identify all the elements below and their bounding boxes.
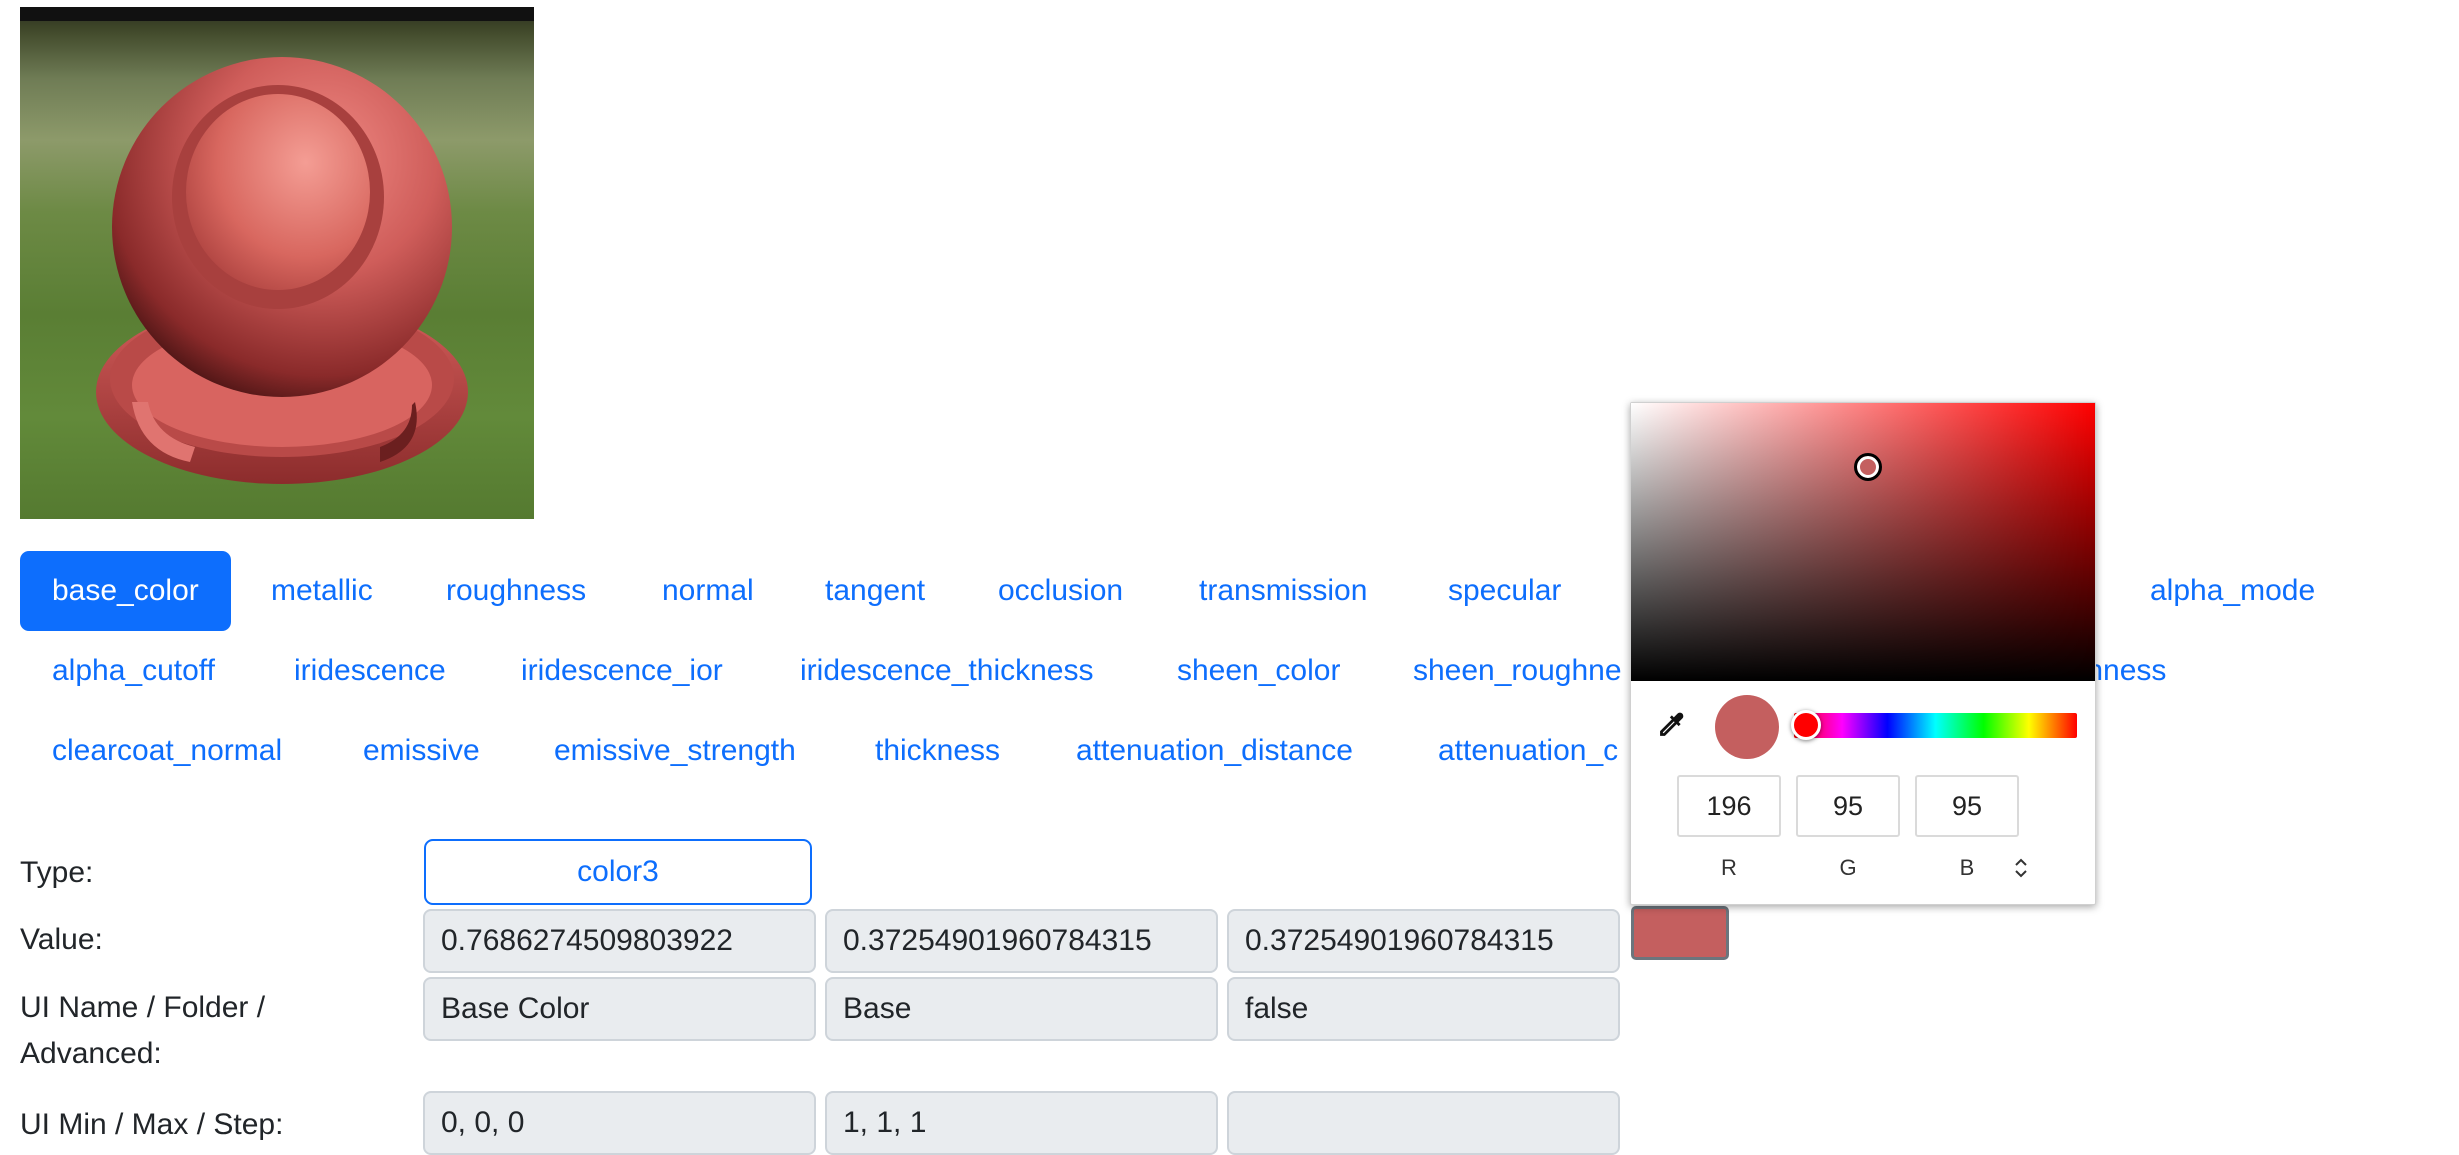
value-label: Value: [20, 923, 103, 956]
material-editor: base_color metallic roughness normal tan… [0, 0, 2459, 1155]
tab-roughness[interactable]: roughness [414, 551, 618, 631]
tab-metallic[interactable]: metallic [239, 551, 405, 631]
value-b-field[interactable]: 0.37254901960784315 [1227, 909, 1620, 973]
tab-attenuation-distance[interactable]: attenuation_distance [1044, 711, 1385, 791]
tab-sheen-color[interactable]: sheen_color [1145, 631, 1372, 711]
value-r-field[interactable]: 0.7686274509803922 [423, 909, 816, 973]
color-swatch-button[interactable] [1631, 906, 1729, 960]
saturation-cursor[interactable] [1854, 453, 1882, 481]
ui-step-field[interactable] [1227, 1091, 1620, 1155]
color-picker-popup: 196 95 95 R G B [1630, 402, 2096, 905]
tab-attenuation-color[interactable]: attenuation_c [1406, 711, 1650, 791]
tab-specular[interactable]: specular [1416, 551, 1593, 631]
ui-name-label: UI Name / Folder / Advanced: [20, 985, 265, 1077]
tab-sheen-roughness[interactable]: sheen_roughne [1381, 631, 1654, 711]
ui-advanced-field[interactable]: false [1227, 977, 1620, 1041]
material-preview-image [20, 7, 534, 519]
red-input[interactable]: 196 [1677, 775, 1781, 837]
blue-input[interactable]: 95 [1915, 775, 2019, 837]
tab-emissive[interactable]: emissive [331, 711, 512, 791]
tab-emissive-strength[interactable]: emissive_strength [522, 711, 828, 791]
ui-max-field[interactable]: 1, 1, 1 [825, 1091, 1218, 1155]
tab-clearcoat-normal[interactable]: clearcoat_normal [20, 711, 314, 791]
type-select-button[interactable]: color3 [424, 839, 812, 905]
tab-base-color[interactable]: base_color [20, 551, 231, 631]
green-label: G [1839, 855, 1857, 880]
tab-iridescence-thickness[interactable]: iridescence_thickness [768, 631, 1125, 711]
red-label: R [1721, 855, 1737, 880]
eyedropper-icon[interactable] [1653, 709, 1687, 743]
tab-alpha-mode[interactable]: alpha_mode [2118, 551, 2347, 631]
saturation-value-area[interactable] [1631, 403, 2095, 681]
type-label: Type: [20, 856, 94, 889]
hue-slider-handle[interactable] [1791, 710, 1821, 740]
tab-transmission[interactable]: transmission [1167, 551, 1399, 631]
ui-name-field[interactable]: Base Color [423, 977, 816, 1041]
current-color-preview [1715, 695, 1779, 759]
tab-alpha-cutoff[interactable]: alpha_cutoff [20, 631, 247, 711]
blue-label: B [1959, 855, 1975, 880]
tab-iridescence-ior[interactable]: iridescence_ior [489, 631, 755, 711]
tab-iridescence[interactable]: iridescence [262, 631, 478, 711]
tab-occlusion[interactable]: occlusion [966, 551, 1155, 631]
tab-thickness[interactable]: thickness [843, 711, 1032, 791]
ui-name-label-line1: UI Name / Folder / [20, 991, 266, 1024]
green-input[interactable]: 95 [1796, 775, 1900, 837]
ui-min-field[interactable]: 0, 0, 0 [423, 1091, 816, 1155]
tab-tangent[interactable]: tangent [793, 551, 957, 631]
ui-folder-field[interactable]: Base [825, 977, 1218, 1041]
ui-minmax-label: UI Min / Max / Step: [20, 1108, 284, 1141]
hue-slider[interactable] [1794, 713, 2077, 738]
tab-normal[interactable]: normal [630, 551, 786, 631]
mode-toggle-icon[interactable] [2011, 856, 2031, 880]
ui-name-label-line2: Advanced: [20, 1037, 162, 1070]
value-g-field[interactable]: 0.37254901960784315 [825, 909, 1218, 973]
